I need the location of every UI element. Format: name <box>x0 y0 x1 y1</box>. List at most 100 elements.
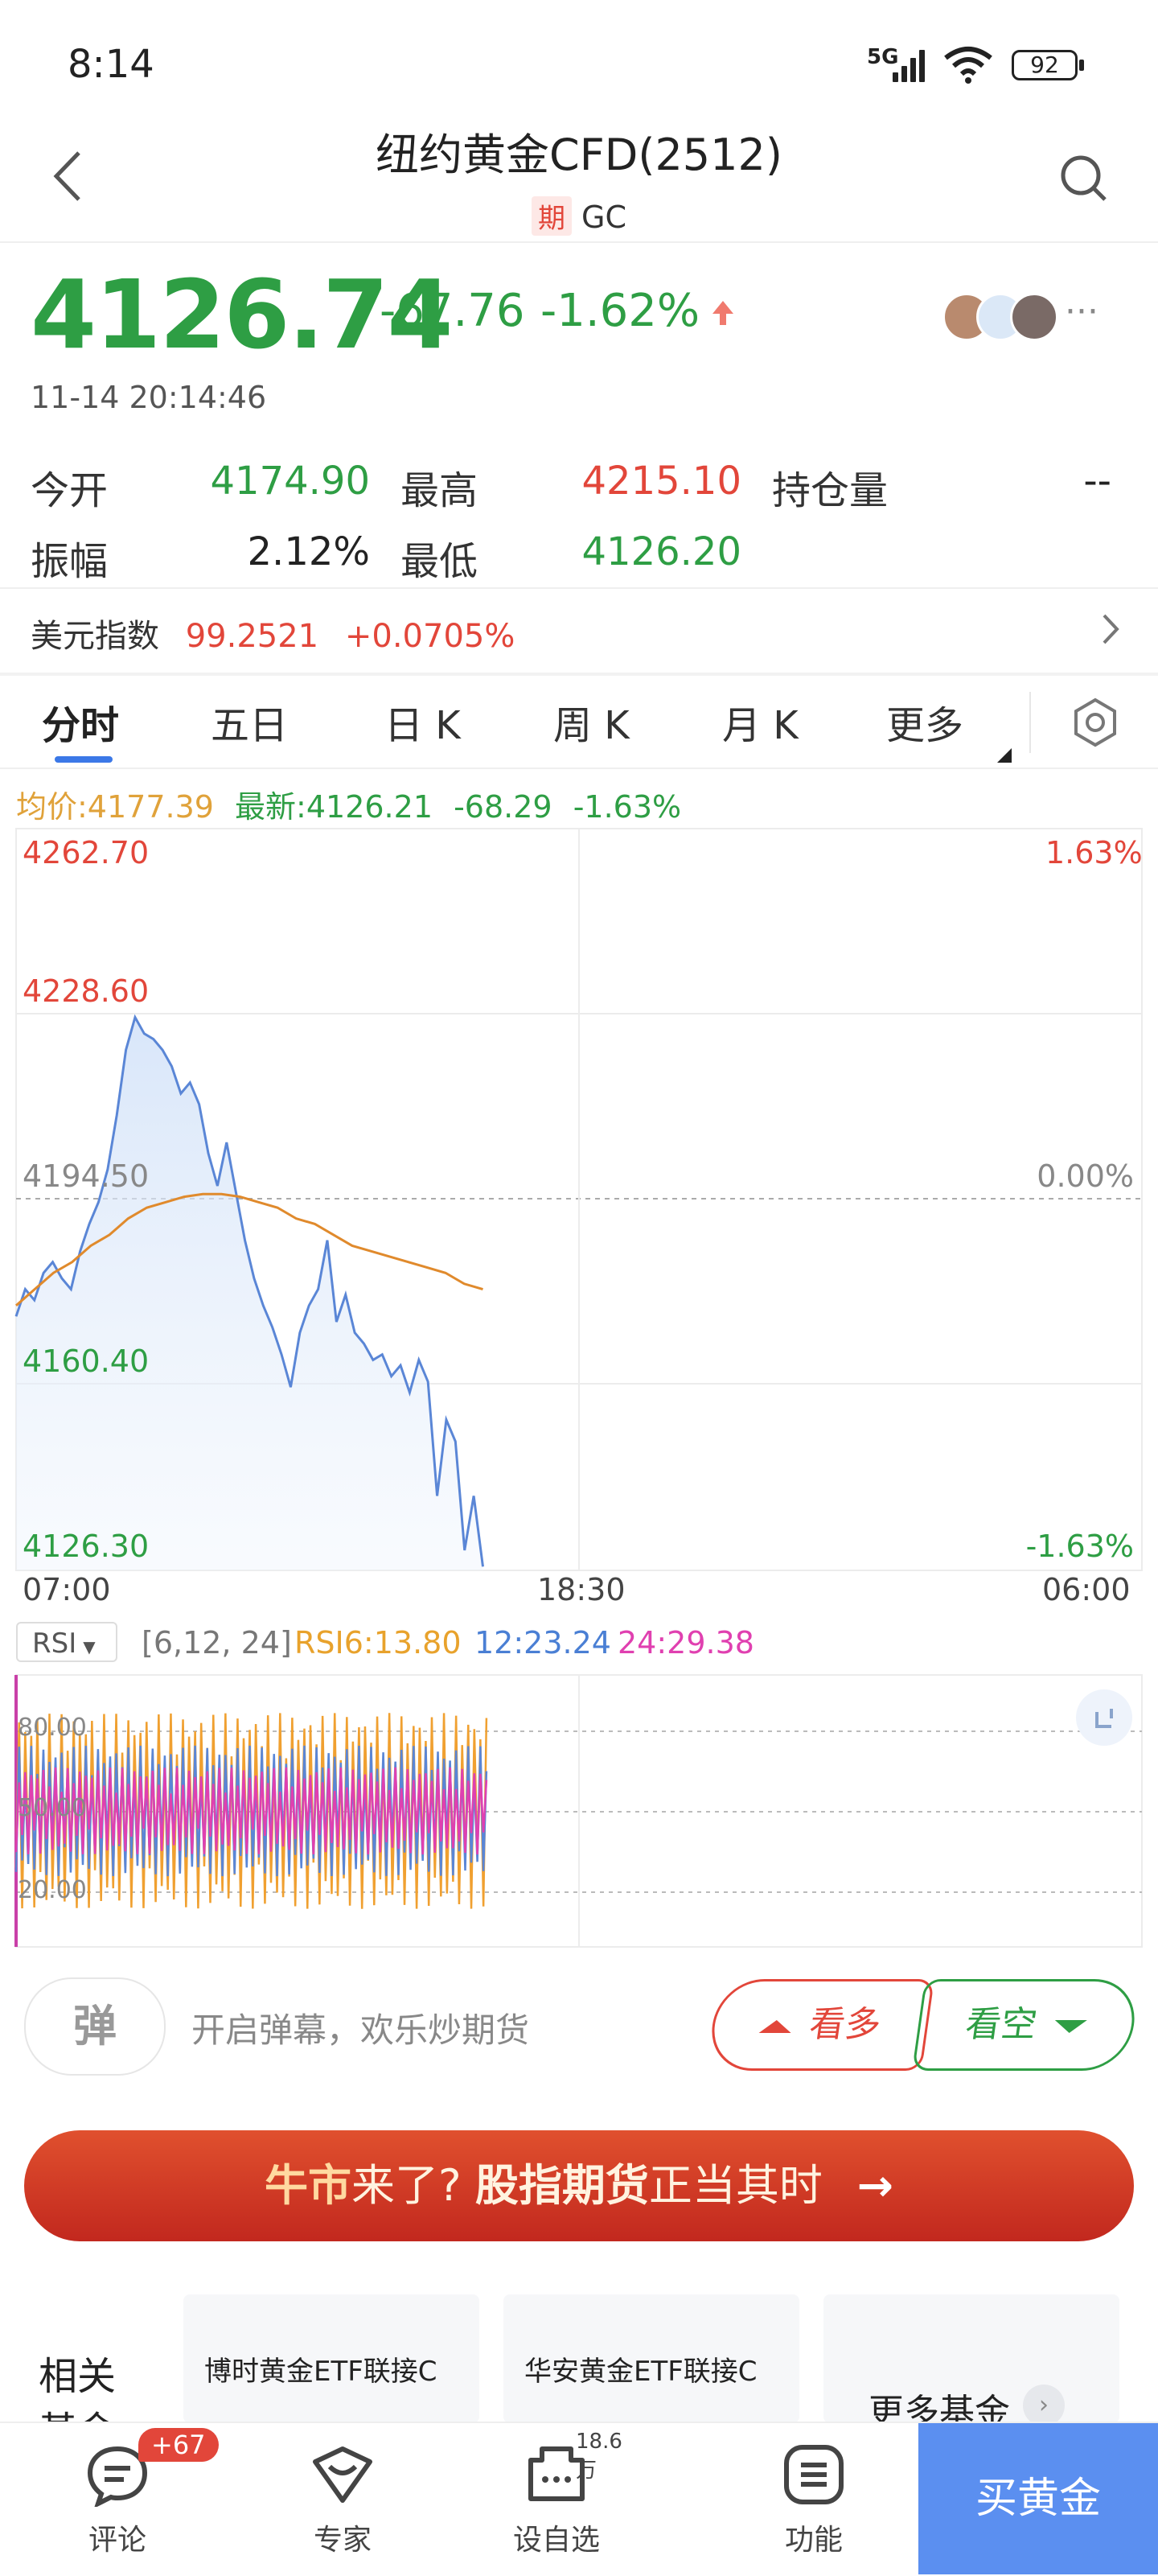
caret-down-icon: ▼ <box>83 1637 96 1656</box>
y-tick-label: 4194.50 <box>23 1158 150 1194</box>
danmaku-toggle-button[interactable]: 弹 <box>24 1977 166 2076</box>
index-divider <box>0 673 1158 676</box>
nav-label-experts: 专家 <box>313 2524 372 2557</box>
price-change-pct: -1.62% <box>540 285 700 337</box>
chevron-right-icon: › <box>1023 2385 1065 2426</box>
rsi-tick-label: 80.00 <box>18 1714 87 1742</box>
rsi-selector[interactable]: RSI ▼ <box>16 1622 117 1662</box>
bear-label: 看空 <box>963 2004 1040 2045</box>
stat-value-amplitude: 2.12% <box>247 529 370 574</box>
fund-name: 博时黄金ETF联接C <box>204 2356 437 2388</box>
rsi6-value: RSI6:13.80 <box>294 1625 462 1660</box>
rsi-chart[interactable] <box>0 1672 1158 1950</box>
buy-gold-label: 买黄金 <box>975 2475 1101 2523</box>
wifi-icon <box>944 47 992 84</box>
futures-tag: 期 <box>532 196 572 236</box>
stat-label-low: 最低 <box>400 539 478 584</box>
quote-timestamp: 11-14 20:14:46 <box>31 380 267 415</box>
tab-five-day[interactable]: 五日 <box>211 693 288 750</box>
more-icon[interactable]: ··· <box>1065 291 1098 332</box>
rsi24-value: 24:29.38 <box>618 1625 754 1660</box>
settings-icon[interactable] <box>1070 697 1121 748</box>
avatar <box>1010 293 1058 341</box>
menu-icon <box>784 2445 844 2504</box>
buy-gold-button[interactable]: 买黄金 <box>918 2423 1158 2574</box>
nav-label-comments: 评论 <box>88 2524 146 2557</box>
stats-divider <box>0 587 1158 589</box>
y-tick-label: 4228.60 <box>23 973 150 1009</box>
stat-value-high: 4215.10 <box>581 459 742 504</box>
legend-avg: 均价:4177.39 <box>16 789 214 825</box>
contract-subtitle: 期 GC <box>0 196 1158 236</box>
y-tick-label: 4160.40 <box>23 1344 150 1379</box>
bull-label: 看多 <box>807 2004 884 2045</box>
tab-more[interactable]: 更多 <box>886 693 963 750</box>
rsi-tick-label: 50.00 <box>18 1794 87 1822</box>
stat-value-oi: -- <box>1083 459 1111 504</box>
page-title: 纽约黄金CFD(2512) <box>376 130 782 180</box>
y-tick-label: 4262.70 <box>23 835 150 870</box>
active-tab-indicator <box>55 756 113 763</box>
dollar-index-change: +0.0705% <box>344 618 515 655</box>
intraday-chart[interactable] <box>0 825 1158 1574</box>
battery-level: 92 <box>1030 51 1059 78</box>
arrow-right-icon: → <box>856 2160 893 2211</box>
x-tick-label: 06:00 <box>1042 1572 1131 1607</box>
y-right-tick-label: 0.00% <box>1037 1158 1134 1194</box>
status-time: 8:14 <box>68 42 154 87</box>
related-funds-title: 相关基金 <box>39 2354 117 2422</box>
more-funds-card[interactable]: 更多基金 › <box>823 2294 1119 2433</box>
dollar-index-row[interactable]: 美元指数 99.2521 +0.0705% <box>31 610 515 656</box>
tabs-divider <box>0 767 1158 769</box>
bear-button[interactable]: 看空 <box>911 1979 1141 2071</box>
contract-code: GC <box>581 200 626 235</box>
stat-label-high: 最高 <box>400 468 478 513</box>
fund-name: 华安黄金ETF联接C <box>524 2356 758 2388</box>
nav-label-functions: 功能 <box>784 2524 843 2557</box>
expert-icon <box>313 2446 372 2503</box>
rsi12-value: 12:23.24 <box>474 1625 611 1660</box>
chart-legend: 均价:4177.39 最新:4126.21 -68.29 -1.63% <box>16 782 681 826</box>
danmaku-icon: 弹 <box>73 2001 117 2051</box>
nav-label-watchlist: 设自选 <box>512 2524 600 2557</box>
dollar-index-label: 美元指数 <box>31 618 159 655</box>
legend-pct: -1.63% <box>573 789 682 825</box>
tab-separator <box>1029 692 1031 753</box>
expand-icon[interactable] <box>1076 1689 1132 1746</box>
price-area <box>16 1017 483 1570</box>
banner-text-3: 股指期货 <box>474 2160 649 2211</box>
stat-value-low: 4126.20 <box>581 529 742 574</box>
x-tick-label: 07:00 <box>23 1572 111 1607</box>
stat-label-amplitude: 振幅 <box>31 539 109 584</box>
banner-text-4: 正当其时 <box>648 2160 823 2211</box>
avatar-group[interactable] <box>942 293 1058 341</box>
stat-label-open: 今开 <box>31 468 109 513</box>
price-change: -67.76 <box>380 285 525 337</box>
battery-tip <box>1079 60 1084 71</box>
trend-arrow-icon <box>712 301 733 325</box>
fund-card[interactable]: 博时黄金ETF联接C <box>183 2294 479 2423</box>
tab-monthly-k[interactable]: 月 K <box>722 693 799 750</box>
fund-card[interactable]: 华安黄金ETF联接C <box>503 2294 799 2423</box>
header-divider <box>0 241 1158 243</box>
legend-latest: 最新:4126.21 <box>235 789 433 825</box>
dropdown-corner-icon <box>997 748 1012 763</box>
rsi-selector-label: RSI <box>32 1627 77 1660</box>
legend-change: -68.29 <box>454 789 552 825</box>
y-right-tick-label: -1.63% <box>1025 1529 1134 1564</box>
tab-intraday[interactable]: 分时 <box>42 693 119 750</box>
bear-arrow-icon <box>1053 2020 1087 2033</box>
watchlist-count: 18.6万 <box>576 2430 622 2483</box>
promo-banner[interactable]: 牛市来了? 股指期货正当其时 → <box>24 2130 1134 2241</box>
danmaku-input[interactable]: 开启弹幕，欢乐炒期货 <box>191 2003 529 2052</box>
bull-button[interactable]: 看多 <box>705 1979 935 2071</box>
search-icon[interactable] <box>1058 153 1110 204</box>
rsi-params: [6,12, 24] <box>142 1625 292 1660</box>
tab-weekly-k[interactable]: 周 K <box>553 693 630 750</box>
stat-label-oi: 持仓量 <box>772 468 889 513</box>
x-tick-label: 18:30 <box>537 1572 626 1607</box>
tab-daily-k[interactable]: 日 K <box>384 693 461 750</box>
chevron-right-icon[interactable] <box>1102 613 1119 645</box>
y-tick-label: 4126.30 <box>23 1529 150 1564</box>
stat-value-open: 4174.90 <box>210 459 371 504</box>
